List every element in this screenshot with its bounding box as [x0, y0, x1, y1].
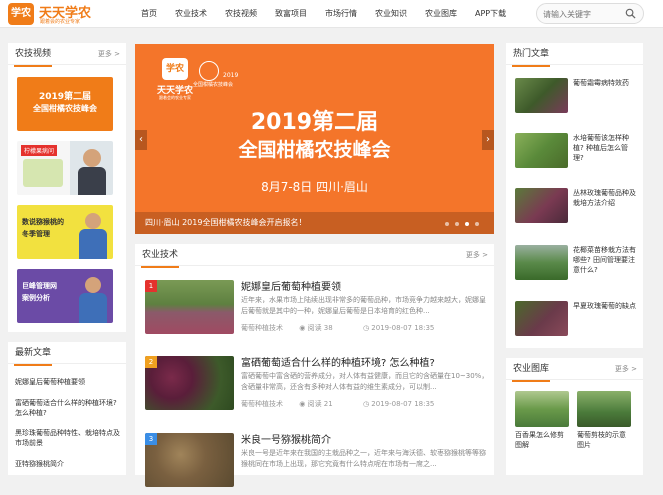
hot-article-thumbnail[interactable]	[515, 133, 568, 168]
banner-title-line1: 2019第二届	[250, 110, 379, 135]
hot-article-item[interactable]: 丛林玫瑰葡萄品种及栽培方法介绍	[515, 188, 639, 228]
gallery-thumbnail[interactable]	[577, 391, 631, 427]
article-category[interactable]: 葡萄种植技术	[241, 400, 283, 408]
article-title[interactable]: 妮娜皇后葡萄种植要领	[241, 278, 341, 293]
gallery-thumbnail[interactable]	[515, 391, 569, 427]
gallery-caption[interactable]: 葡萄剪枝的示意图片	[577, 430, 631, 450]
seal-year: 2019	[223, 72, 239, 79]
nav-wealth-projects[interactable]: 致富项目	[266, 0, 316, 28]
banner-prev-button[interactable]: ‹	[135, 130, 147, 150]
nav-gallery[interactable]: 农业图库	[416, 0, 466, 28]
nav-tech-video[interactable]: 农技视频	[216, 0, 266, 28]
gallery-caption[interactable]: 百香果怎么修剪图解	[515, 430, 569, 450]
section-title: 热门文章	[512, 43, 551, 67]
hot-article-thumbnail[interactable]	[515, 78, 568, 113]
gallery-item[interactable]: 百香果怎么修剪图解	[515, 391, 569, 451]
video-thumbnail[interactable]: 柠檬果病问	[17, 141, 113, 195]
hot-article-item[interactable]: 葡萄霜霉病特效药	[515, 78, 639, 118]
article-thumbnail[interactable]: 1	[145, 280, 234, 334]
article-summary: 米良一号是近年来在我国的主栽品种之一，近年来与海沃德、软枣猕猴桃等等猕猴桃同在市…	[241, 449, 486, 468]
carousel-dot-active[interactable]	[465, 222, 469, 226]
article-summary: 近年来，水果市场上陆续出现非常多的葡萄品种，市场竞争力越来越大，妮娜皇后葡萄就是…	[241, 296, 486, 315]
article-item[interactable]: 1 妮娜皇后葡萄种植要领 近年来，水果市场上陆续出现非常多的葡萄品种，市场竞争力…	[145, 280, 490, 342]
article-date: ◷ 2019-08-07 18:35	[362, 400, 435, 408]
article-title[interactable]: 米良一号猕猴桃简介	[241, 431, 331, 446]
hot-article-title[interactable]: 丛林玫瑰葡萄品种及栽培方法介绍	[573, 188, 637, 208]
hot-article-title[interactable]: 水培葡萄该怎样种植? 种植后怎么管理?	[573, 133, 637, 163]
section-title: 农业图库	[512, 358, 551, 382]
seal-name: 全国柑橘农技峰会	[193, 82, 234, 88]
more-link[interactable]: 更多 >	[98, 43, 120, 65]
hot-article-item[interactable]: 水培葡萄该怎样种植? 种植后怎么管理?	[515, 133, 639, 173]
main-nav: 首页 农业技术 农技视频 致富项目 市场行情 农业知识 农业图库 APP下载	[132, 0, 515, 28]
hero-banner[interactable]: 学农 天天学农 跟着会的农业专家 2019 全国柑橘农技峰会 2019第二届 全…	[135, 44, 494, 234]
banner-next-button[interactable]: ›	[482, 130, 494, 150]
article-date: ◷ 2019-08-07 18:35	[362, 324, 435, 332]
latest-article-link[interactable]: 亚特猕猴桃简介	[15, 459, 120, 469]
hot-article-thumbnail[interactable]	[515, 245, 568, 280]
carousel-dot[interactable]	[445, 222, 449, 226]
site-logo[interactable]: 学农 天天学农 跟着会的农业专家	[8, 3, 116, 25]
more-link[interactable]: 更多 >	[466, 244, 488, 266]
article-thumbnail[interactable]: 2	[145, 356, 234, 410]
article-item[interactable]: 3 米良一号猕猴桃简介 米良一号是近年来在我国的主栽品种之一，近年来与海沃德、软…	[145, 433, 490, 495]
section-title: 农技视频	[14, 43, 53, 67]
latest-article-link[interactable]: 富硒葡萄适合什么样的种植环境? 怎么种植?	[15, 398, 120, 418]
hot-article-thumbnail[interactable]	[515, 188, 568, 223]
video-thumbnail[interactable]: 数说猕猴桃的 冬季管理	[17, 205, 113, 259]
nav-market[interactable]: 市场行情	[316, 0, 366, 28]
banner-title-line2: 全国柑橘农技峰会	[238, 139, 391, 161]
article-meta: 葡萄种植技术 ◉ 阅读 21 ◷ 2019-08-07 18:35	[241, 399, 462, 409]
latest-article-link[interactable]: 黑珍珠葡萄品种特性、栽培特点及市场前景	[15, 428, 120, 448]
video-section: 农技视频 更多 > 2019第二届 全国柑橘农技峰会 柠檬果病问 数说猕猴桃的 …	[8, 43, 126, 332]
more-link[interactable]: 更多 >	[615, 358, 637, 380]
video-thumbnail[interactable]: 2019第二届 全国柑橘农技峰会	[17, 77, 113, 131]
carousel-dot[interactable]	[455, 222, 459, 226]
search-icon[interactable]	[625, 8, 636, 19]
logo-mark: 学农	[8, 3, 34, 25]
hot-article-title[interactable]: 葡萄霜霉病特效药	[573, 78, 637, 88]
section-title: 农业技术	[141, 244, 180, 268]
latest-article-link[interactable]: 妮娜皇后葡萄种植要领	[15, 377, 120, 387]
search-input[interactable]	[543, 7, 623, 21]
article-title[interactable]: 富硒葡萄适合什么样的种植环境? 怎么种植?	[241, 354, 435, 369]
nav-knowledge[interactable]: 农业知识	[366, 0, 416, 28]
section-title: 最新文章	[14, 342, 53, 366]
gallery-item[interactable]: 葡萄剪枝的示意图片	[577, 391, 631, 451]
article-views: ◉ 阅读 38	[299, 324, 333, 332]
logo-subtitle: 跟着会的农业专家	[40, 19, 81, 25]
carousel-dot[interactable]	[475, 222, 479, 226]
nav-home[interactable]: 首页	[132, 0, 166, 28]
article-views: ◉ 阅读 21	[299, 400, 333, 408]
hot-article-item[interactable]: 花椰菜苗移栽方法有哪些? 田间管理要注意什么?	[515, 245, 639, 285]
article-thumbnail[interactable]: 3	[145, 433, 234, 487]
article-item[interactable]: 2 富硒葡萄适合什么样的种植环境? 怎么种植? 富硒葡萄中富含硒的营养成分，对人…	[145, 356, 490, 418]
search-box	[536, 3, 644, 24]
hot-article-title[interactable]: 早夏玫瑰葡萄的缺点	[573, 301, 637, 311]
banner-caption-bar: 四川·眉山 2019全国柑橘农技峰会开启报名！	[135, 212, 494, 234]
rank-badge: 1	[145, 280, 157, 292]
summit-seal-icon	[199, 61, 219, 81]
video-thumbnail[interactable]: 巨峰管理网 案例分析	[17, 269, 113, 323]
banner-logo: 学农 天天学农 跟着会的农业专家	[153, 58, 197, 102]
article-meta: 葡萄种植技术 ◉ 阅读 38 ◷ 2019-08-07 18:35	[241, 323, 462, 333]
nav-agri-tech[interactable]: 农业技术	[166, 0, 216, 28]
rank-badge: 2	[145, 356, 157, 368]
hot-article-thumbnail[interactable]	[515, 301, 568, 336]
banner-date-place: 8月7-8日 四川·眉山	[261, 180, 368, 194]
banner-caption: 四川·眉山 2019全国柑橘农技峰会开启报名！	[145, 218, 307, 227]
nav-app-download[interactable]: APP下载	[466, 0, 515, 28]
hot-article-item[interactable]: 早夏玫瑰葡萄的缺点	[515, 301, 639, 341]
article-summary: 富硒葡萄中富含硒的营养成分，对人体有益健康，而且它的含硒量在10~30%，含硒量…	[241, 372, 489, 391]
rank-badge: 3	[145, 433, 157, 445]
top-header: 学农 天天学农 跟着会的农业专家 首页 农业技术 农技视频 致富项目 市场行情 …	[0, 0, 663, 28]
hot-article-title[interactable]: 花椰菜苗移栽方法有哪些? 田间管理要注意什么?	[573, 245, 637, 275]
article-category[interactable]: 葡萄种植技术	[241, 324, 283, 332]
